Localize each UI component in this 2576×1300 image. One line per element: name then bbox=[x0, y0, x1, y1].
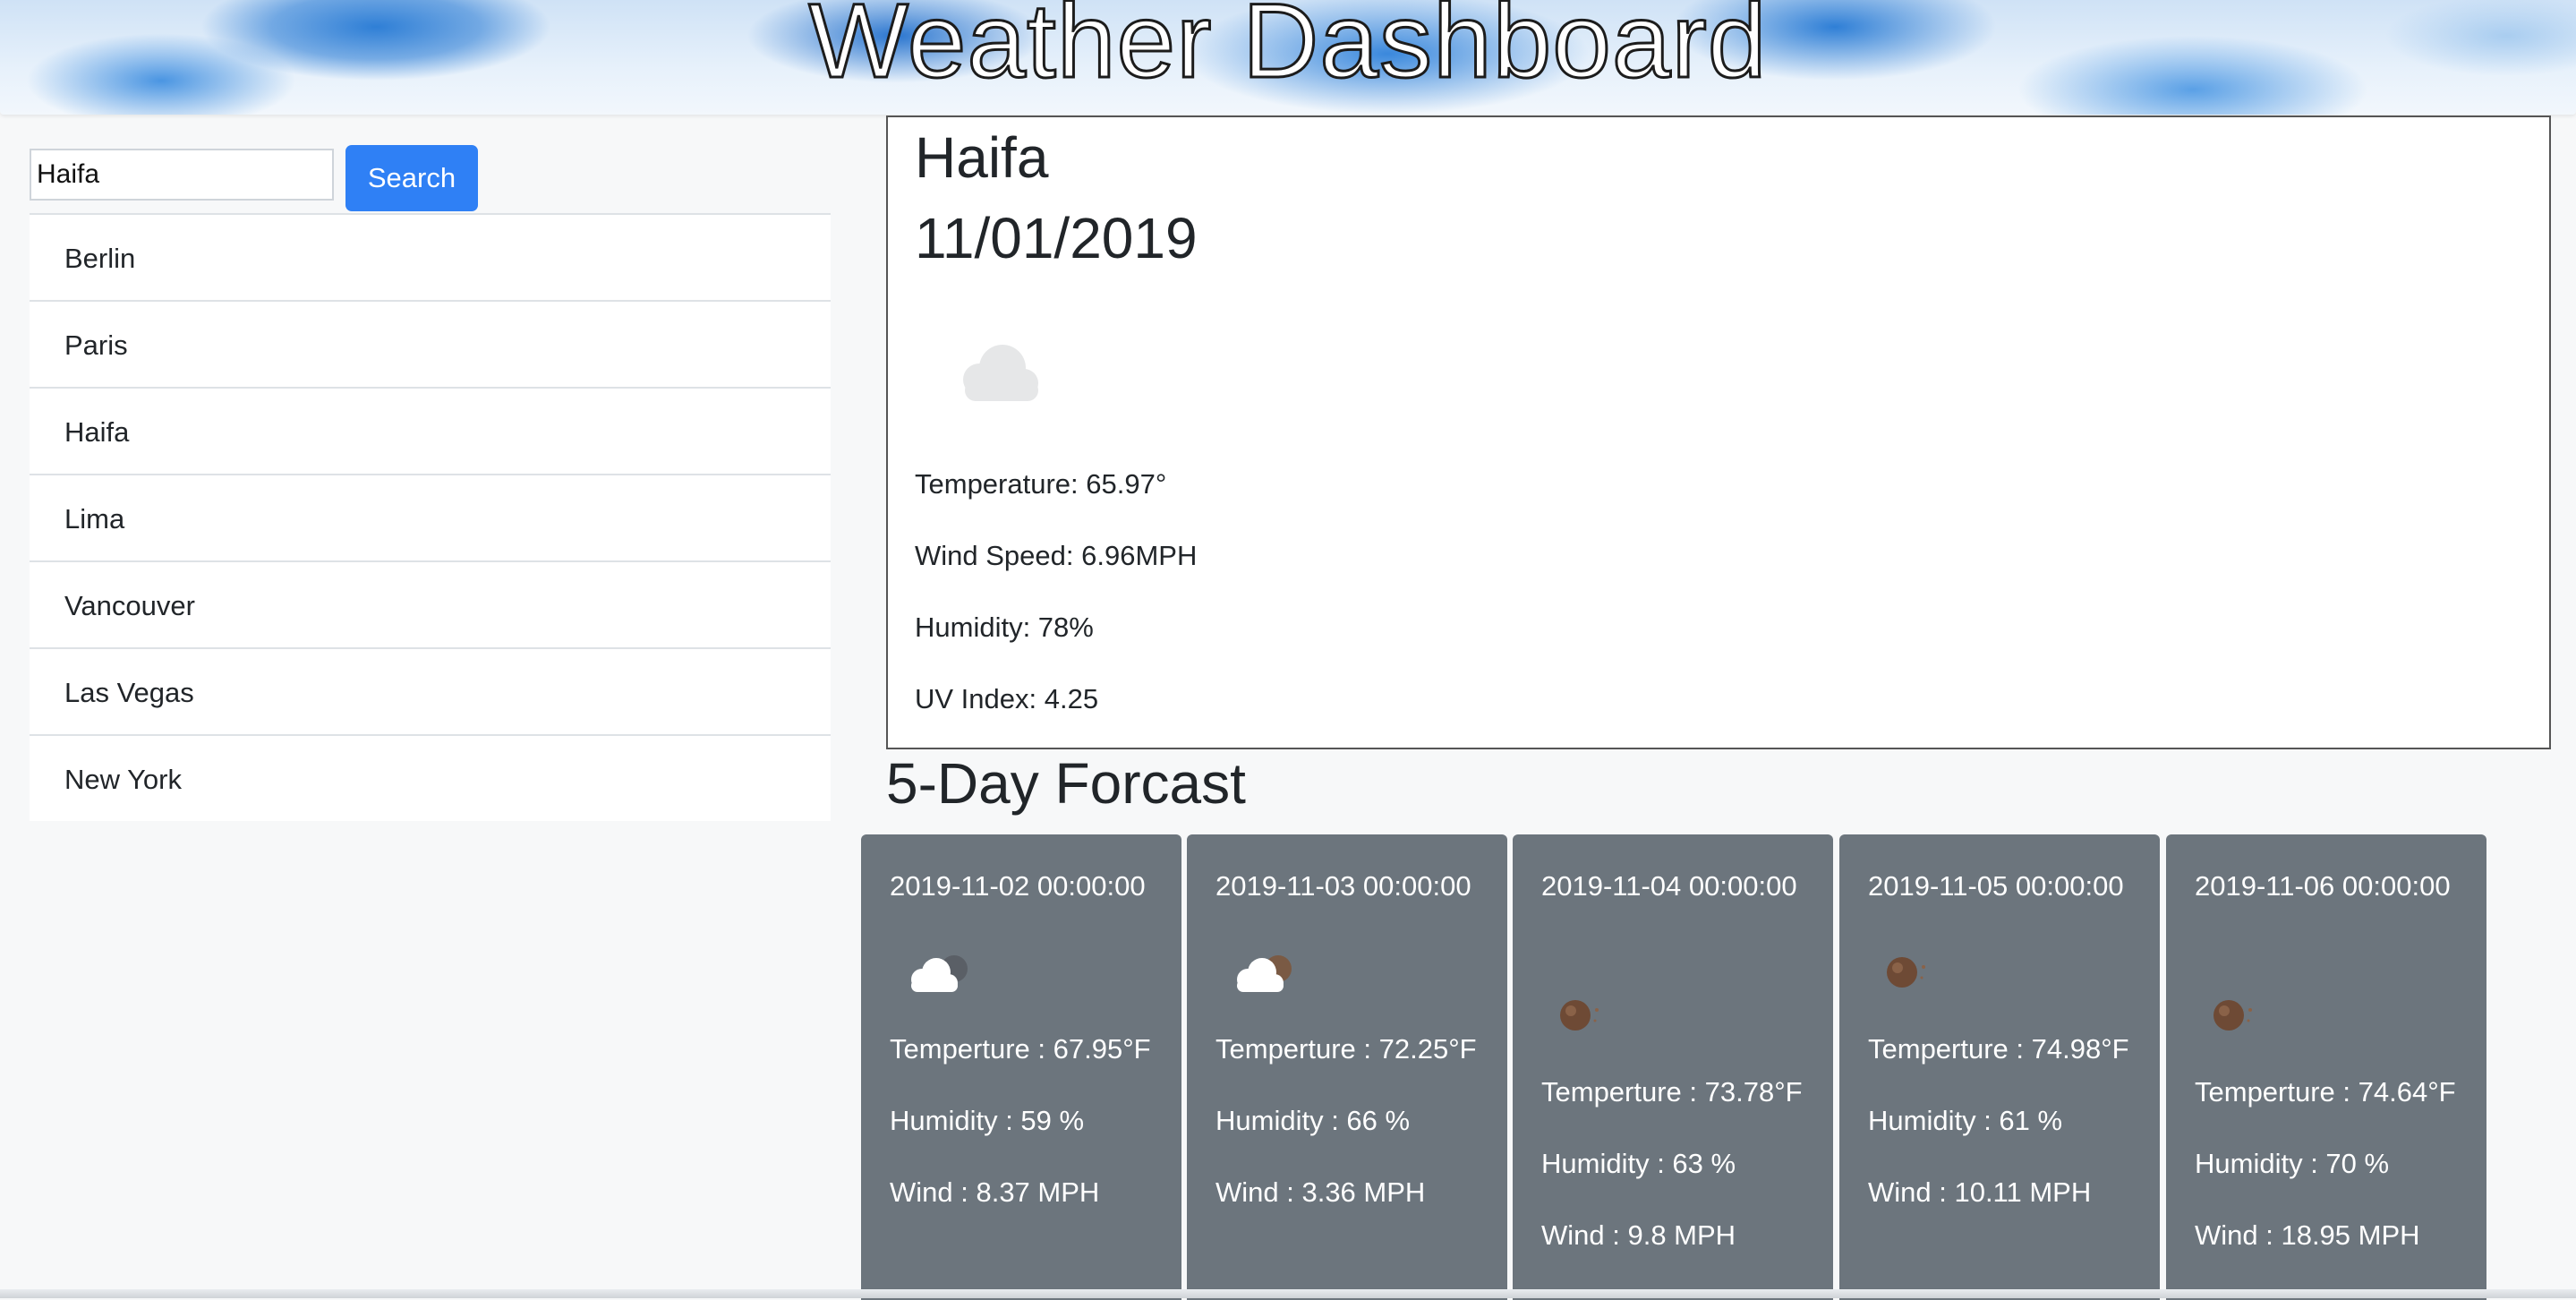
forecast-temperature: Temperture : 72.25°F bbox=[1215, 1033, 1477, 1065]
current-date: 11/01/2019 bbox=[915, 206, 1198, 270]
current-wind-speed: Wind Speed: 6.96MPH bbox=[915, 540, 1198, 571]
forecast-card: 2019-11-02 00:00:00 Temperture : 67.95°F… bbox=[861, 834, 1181, 1300]
forecast-wind: Wind : 9.8 MPH bbox=[1541, 1219, 1736, 1251]
city-item[interactable]: Lima bbox=[30, 474, 831, 560]
forecast-humidity: Humidity : 66 % bbox=[1215, 1105, 1411, 1136]
forecast-date: 2019-11-05 00:00:00 bbox=[1868, 870, 2124, 902]
forecast-date: 2019-11-03 00:00:00 bbox=[1215, 870, 1471, 902]
forecast-humidity: Humidity : 63 % bbox=[1541, 1148, 1736, 1179]
forecast-temperature: Temperture : 74.98°F bbox=[1868, 1033, 2129, 1065]
current-city-name: Haifa bbox=[915, 125, 1049, 190]
city-item[interactable]: Berlin bbox=[30, 213, 831, 300]
current-temperature: Temperature: 65.97° bbox=[915, 468, 1167, 500]
city-search-input[interactable] bbox=[30, 149, 334, 201]
forecast-wind: Wind : 3.36 MPH bbox=[1215, 1176, 1426, 1208]
cloud-icon bbox=[942, 328, 1058, 417]
city-item[interactable]: Las Vegas bbox=[30, 647, 831, 734]
forecast-temperature: Temperture : 67.95°F bbox=[890, 1033, 1151, 1065]
forecast-humidity: Humidity : 61 % bbox=[1868, 1105, 2063, 1136]
forecast-wind: Wind : 10.11 MPH bbox=[1868, 1176, 2092, 1208]
page-header: Weather Dashboard bbox=[0, 0, 2576, 115]
city-item[interactable]: Haifa bbox=[30, 387, 831, 474]
forecast-date: 2019-11-06 00:00:00 bbox=[2195, 870, 2451, 902]
city-item[interactable]: New York bbox=[30, 734, 831, 821]
clear-night-icon bbox=[1547, 987, 1636, 1049]
forecast-card: 2019-11-06 00:00:00 Temperture : 74.64°F… bbox=[2166, 834, 2486, 1300]
partly-cloudy-night-icon bbox=[895, 944, 985, 1006]
forecast-card: 2019-11-03 00:00:00 Temperture : 72.25°F… bbox=[1187, 834, 1507, 1300]
page-title: Weather Dashboard bbox=[807, 0, 1768, 102]
forecast-card: 2019-11-04 00:00:00 Temperture : 73.78°F… bbox=[1513, 834, 1833, 1300]
forecast-humidity: Humidity : 70 % bbox=[2195, 1148, 2390, 1179]
partly-cloudy-night-icon bbox=[1221, 944, 1310, 1006]
clear-night-icon bbox=[2200, 987, 2290, 1049]
forecast-wind: Wind : 8.37 MPH bbox=[890, 1176, 1100, 1208]
forecast-date: 2019-11-04 00:00:00 bbox=[1541, 870, 1797, 902]
current-weather-panel: Haifa 11/01/2019 Temperature: 65.97° Win… bbox=[886, 115, 2551, 749]
forecast-date: 2019-11-02 00:00:00 bbox=[890, 870, 1146, 902]
search-button[interactable]: Search bbox=[345, 145, 478, 211]
forecast-card: 2019-11-05 00:00:00 Temperture : 74.98°F… bbox=[1839, 834, 2160, 1300]
current-uv-index: UV Index: 4.25 bbox=[915, 683, 1099, 714]
city-item[interactable]: Vancouver bbox=[30, 560, 831, 647]
current-humidity: Humidity: 78% bbox=[915, 612, 1094, 643]
search-history-list: Berlin Paris Haifa Lima Vancouver Las Ve… bbox=[30, 213, 831, 821]
forecast-title: 5-Day Forcast bbox=[886, 751, 1246, 816]
city-item[interactable]: Paris bbox=[30, 300, 831, 387]
clear-night-icon bbox=[1873, 944, 1963, 1006]
forecast-wind: Wind : 18.95 MPH bbox=[2195, 1219, 2420, 1251]
forecast-temperature: Temperture : 73.78°F bbox=[1541, 1076, 1803, 1108]
forecast-humidity: Humidity : 59 % bbox=[890, 1105, 1085, 1136]
window-bottom-edge bbox=[0, 1289, 2576, 1298]
forecast-temperature: Temperture : 74.64°F bbox=[2195, 1076, 2456, 1108]
